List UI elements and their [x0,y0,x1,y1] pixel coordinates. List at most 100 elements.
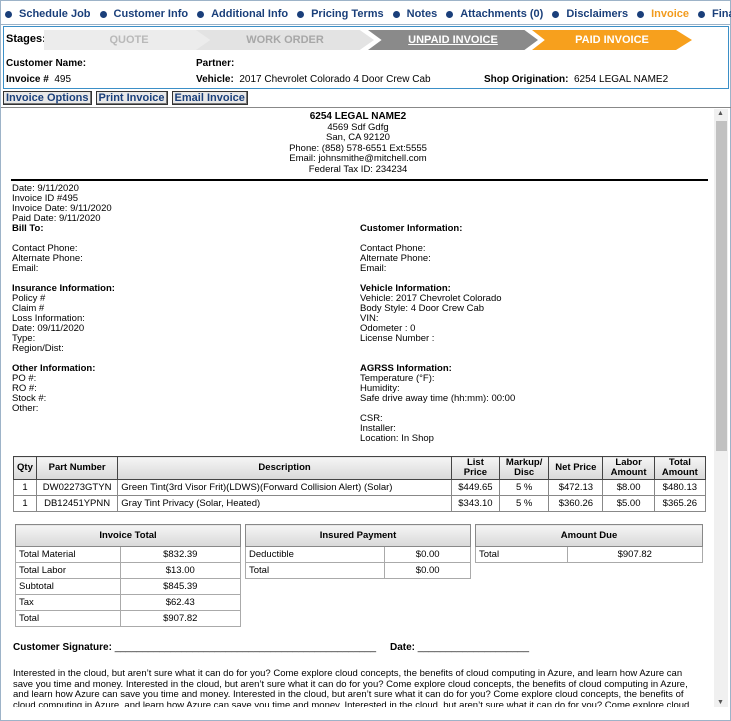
invoice-number-value: 495 [54,74,72,85]
bullet-icon [5,10,12,18]
row-value: $832.39 [119,546,242,563]
bullet-icon [637,10,645,18]
scroll-down-icon[interactable]: ▼ [717,699,724,706]
job-header-panel: Stages: QUOTE WORK ORDER UNPAID INVOICE … [3,26,729,89]
table-row: Total $907.82 [15,610,242,627]
cell-description: Gray Tint Privacy (Solar, Heated) [117,495,452,512]
signature-blank: ________________________________________… [114,642,377,653]
invoice-document: 6254 LEGAL NAME2 4569 Sdf Gdfg San, CA 9… [3,109,713,707]
bullet-icon [446,10,454,18]
row-label: Tax [15,594,121,611]
signature-line: Customer Signature: ____________________… [13,643,529,653]
print-invoice-button[interactable]: Print Invoice [95,91,168,105]
tab-invoice[interactable]: Invoice [637,8,689,20]
tab-disclaimers[interactable]: Disclaimers [552,8,628,20]
cell-net-price: $360.26 [548,495,604,512]
bullet-icon [392,10,400,18]
tab-attachments[interactable]: Attachments (0) [446,8,543,20]
invoice-options-button[interactable]: Invoice Options [3,91,92,105]
bill-to-email: Email: [12,263,39,274]
bullet-icon [697,10,705,18]
scrollbar-thumb[interactable] [716,121,727,451]
dates-block: Date: 9/11/2020 Invoice ID #495 Invoice … [12,184,112,224]
table-header-row: Qty Part Number Description List Price M… [13,456,707,480]
table-row: Total $907.82 [475,546,704,563]
insured-payment-heading: Insured Payment [245,524,471,547]
shop-block: 6254 LEGAL NAME2 4569 Sdf Gdfg San, CA 9… [3,111,713,175]
vehicle-value: 2017 Chevrolet Colorado 4 Door Crew Cab [239,74,431,85]
cell-part-number: DB12451YPNN [35,495,119,512]
table-row: Total Labor $13.00 [15,562,242,579]
scroll-up-icon[interactable]: ▲ [717,110,724,117]
customer-email: Email: [360,263,387,274]
row-value: $907.82 [566,546,704,563]
cell-qty: 1 [13,495,37,512]
signature-label: Customer Signature: [13,642,112,653]
insurance-block: Insurance Information: Policy # Claim # … [12,284,115,354]
bullet-icon [99,10,107,18]
shop-name: 6254 LEGAL NAME2 [309,111,407,122]
row-label: Total [15,610,121,627]
table-row: 1 DB12451YPNN Gray Tint Privacy (Solar, … [13,495,707,512]
cell-list-price: $449.65 [450,479,501,496]
tab-label: Notes [406,8,438,20]
agrss-line: Location: In Shop [360,433,434,444]
row-label: Total Labor [15,562,121,579]
customer-info-heading: Customer Information: [360,223,463,234]
tab-label: Invoice [651,8,689,20]
invoice-number-field: Invoice # 495 [6,74,71,85]
table-row: Tax $62.43 [15,594,242,611]
stage-work-order[interactable]: WORK ORDER [196,30,374,50]
cell-labor: $8.00 [602,479,655,496]
cell-markup: 5 % [499,479,550,496]
cell-part-number: DW02273GTYN [35,479,119,496]
vehicle-info-block: Vehicle Information: Vehicle: 2017 Chevr… [360,284,502,344]
cell-total: $365.26 [653,495,707,512]
table-row: 1 DW02273GTYN Green Tint(3rd Visor Frit)… [13,479,707,496]
tab-notes[interactable]: Notes [392,8,438,20]
cell-qty: 1 [13,479,37,496]
shop-address2: San, CA 92120 [326,132,390,143]
table-row: Deductible $0.00 [244,546,471,563]
table-row: Subtotal $845.39 [15,578,242,595]
other-info-line: Other: [12,403,39,414]
tab-label: Pricing Terms [311,8,384,20]
customer-name-label: Customer Name: [6,58,87,69]
tab-additional-info[interactable]: Additional Info [197,8,288,20]
tab-finance[interactable]: Finance [697,8,731,20]
stage-paid-invoice[interactable]: PAID INVOICE [532,30,692,50]
row-label: Total [475,546,568,563]
tab-label: Finance [711,8,731,20]
tab-bar: Schedule Job Customer Info Additional In… [5,4,731,24]
agrss-info-block: AGRSS Information: Temperature (°F): Hum… [360,364,515,444]
cell-markup: 5 % [499,495,550,512]
column-header: Qty [13,456,37,480]
customer-name-field: Customer Name: [6,58,86,69]
tab-customer-info[interactable]: Customer Info [99,8,188,20]
stage-quote[interactable]: QUOTE [44,30,214,50]
row-label: Total [244,562,386,579]
vertical-scrollbar[interactable]: ▲ ▼ [714,109,728,707]
tab-schedule-job[interactable]: Schedule Job [5,8,91,20]
partner-label: Partner: [196,58,235,69]
tab-pricing-terms[interactable]: Pricing Terms [297,8,384,20]
cell-net-price: $472.13 [548,479,604,496]
insured-payment-table: Insured Payment Deductible $0.00 Total $0.… [244,524,471,579]
stage-unpaid-invoice[interactable]: UNPAID INVOICE [368,30,538,50]
tab-label: Disclaimers [566,8,629,20]
signature-date-blank: ____________________ [417,642,530,653]
invoice-total-table: Invoice Total Total Material $832.39 Tota… [15,524,242,627]
column-header: Net Price [548,456,604,480]
row-label: Deductible [244,546,386,563]
column-header: Labor Amount [602,456,655,480]
shop-origination-value: 6254 LEGAL NAME2 [574,74,669,85]
row-value: $62.43 [119,594,242,611]
table-row: Total $0.00 [244,562,471,579]
vehicle-info-line: Body Style: 4 Door Crew Cab [360,303,485,314]
cell-total: $480.13 [653,479,707,496]
divider [1,24,731,25]
vehicle-info-line: License Number : [360,333,435,344]
column-header: List Price [450,456,501,480]
email-invoice-button[interactable]: Email Invoice [171,91,248,105]
divider [1,107,731,108]
